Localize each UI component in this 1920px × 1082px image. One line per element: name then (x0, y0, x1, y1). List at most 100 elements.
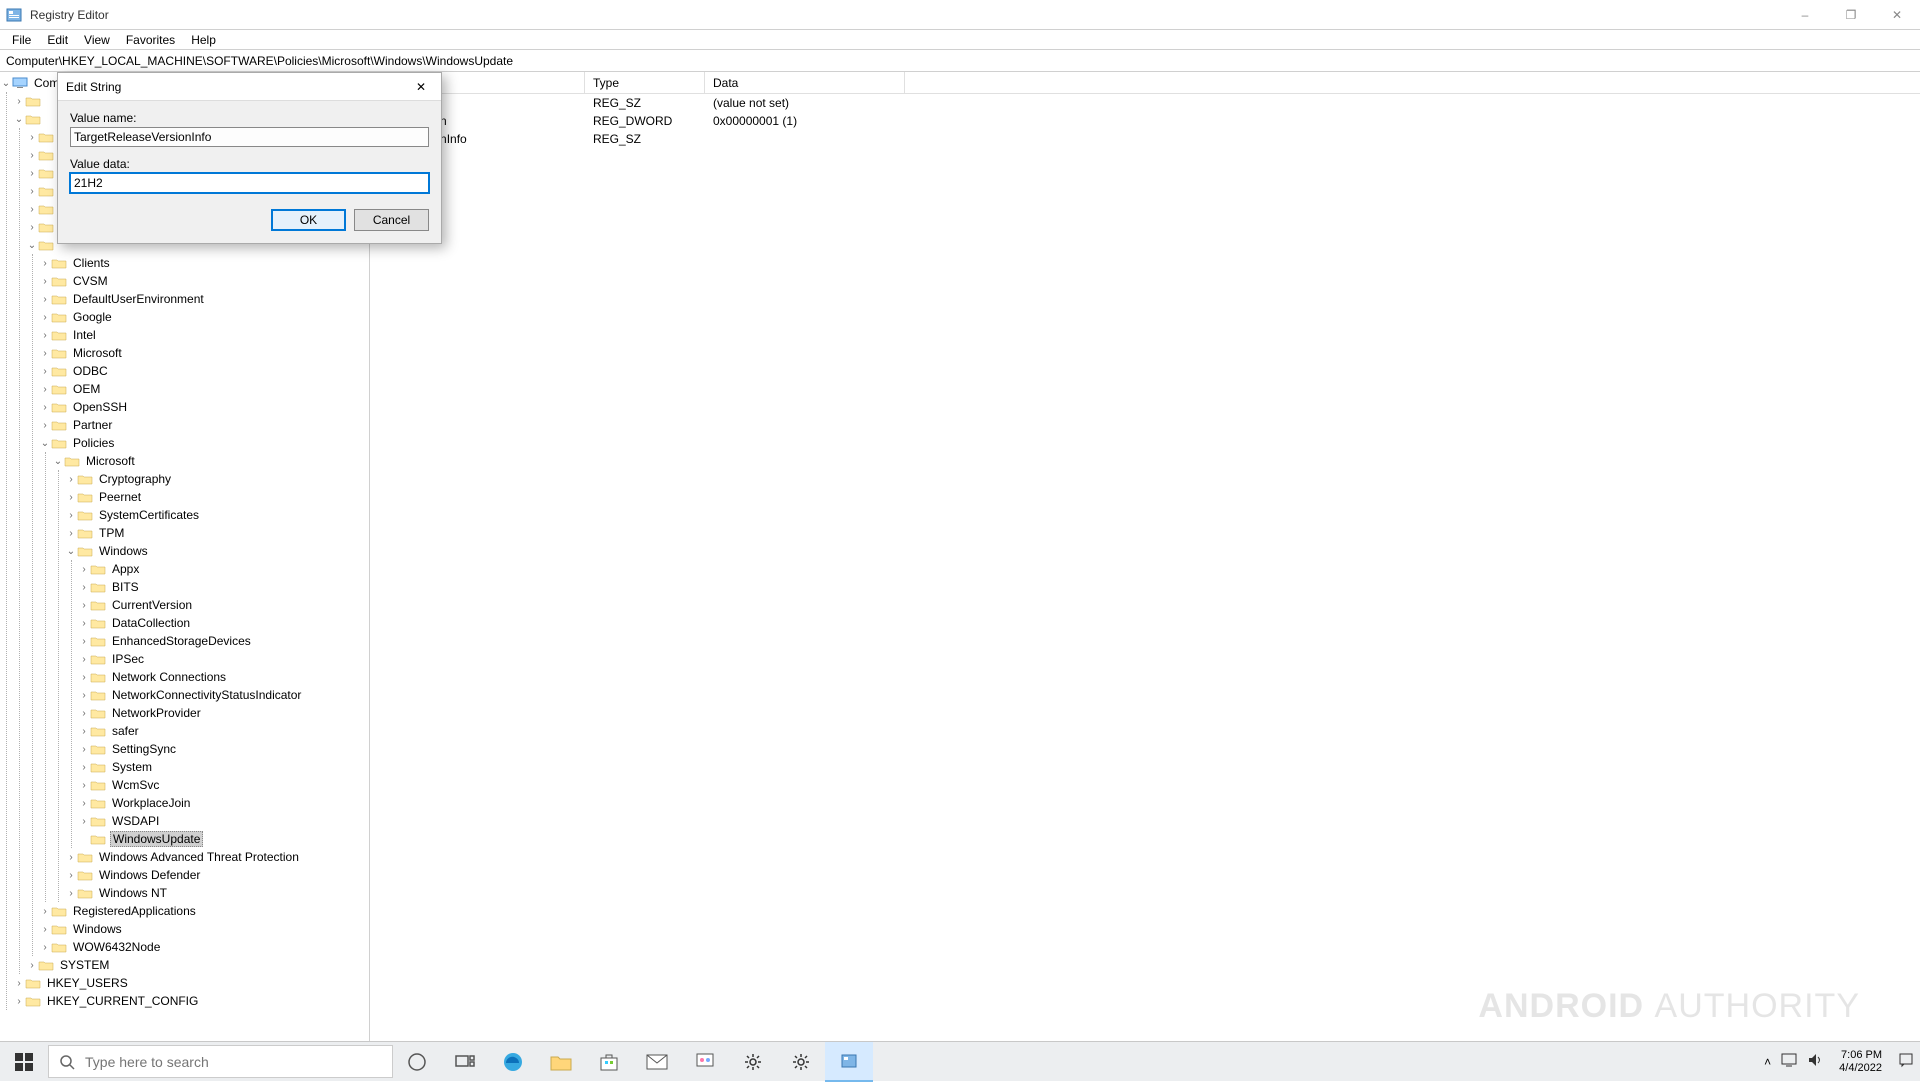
tree-item[interactable]: ⌄Microsoft (52, 452, 369, 470)
chevron-icon[interactable]: › (39, 924, 51, 935)
tree-item[interactable]: ›Windows (39, 920, 369, 938)
chevron-icon[interactable]: › (78, 618, 90, 629)
tree-item[interactable]: ›SYSTEM (26, 956, 369, 974)
tree-item[interactable]: ›ODBC (39, 362, 369, 380)
cortana-icon[interactable] (393, 1042, 441, 1082)
tree-item[interactable]: ›EnhancedStorageDevices (78, 632, 369, 650)
tree-item[interactable]: ›WSDAPI (78, 812, 369, 830)
chevron-icon[interactable]: › (78, 798, 90, 809)
start-button[interactable] (0, 1042, 48, 1081)
cancel-button[interactable]: Cancel (354, 209, 429, 231)
ok-button[interactable]: OK (271, 209, 346, 231)
chevron-icon[interactable]: › (78, 582, 90, 593)
tree-item[interactable]: ›Appx (78, 560, 369, 578)
tree-item[interactable]: ›SystemCertificates (65, 506, 369, 524)
maximize-button[interactable]: ❐ (1828, 0, 1874, 30)
chevron-icon[interactable]: › (39, 330, 51, 341)
chevron-icon[interactable]: › (78, 780, 90, 791)
tree-item[interactable]: ›HKEY_USERS (13, 974, 369, 992)
tree-item[interactable]: ›DataCollection (78, 614, 369, 632)
tree-item[interactable]: ›DefaultUserEnvironment (39, 290, 369, 308)
tree-item[interactable]: ›Cryptography (65, 470, 369, 488)
task-view-icon[interactable] (441, 1042, 489, 1082)
tree-item[interactable]: ›Partner (39, 416, 369, 434)
tree-item[interactable]: ›Network Connections (78, 668, 369, 686)
chevron-icon[interactable]: › (39, 312, 51, 323)
list-row[interactable]: leaseVersionREG_DWORD0x00000001 (1) (370, 112, 1920, 130)
tree-item[interactable]: ›Microsoft (39, 344, 369, 362)
value-data-input[interactable] (70, 173, 429, 193)
chevron-icon[interactable]: › (78, 600, 90, 611)
chevron-icon[interactable]: › (65, 474, 77, 485)
list-pane[interactable]: Name Type Data REG_SZ(value not set)leas… (370, 72, 1920, 1041)
chevron-icon[interactable]: › (39, 366, 51, 377)
chevron-icon[interactable]: › (78, 726, 90, 737)
menu-help[interactable]: Help (183, 33, 224, 47)
chevron-icon[interactable]: › (39, 294, 51, 305)
chevron-icon[interactable]: › (39, 420, 51, 431)
tree-item[interactable]: ›OpenSSH (39, 398, 369, 416)
tree-item[interactable]: ›WorkplaceJoin (78, 794, 369, 812)
tree-item[interactable]: ›IPSec (78, 650, 369, 668)
tree-item[interactable]: ›CurrentVersion (78, 596, 369, 614)
regedit-task-icon[interactable] (825, 1042, 873, 1082)
volume-icon[interactable] (1807, 1053, 1823, 1070)
chevron-icon[interactable]: › (65, 870, 77, 881)
tree-item[interactable]: ›WOW6432Node (39, 938, 369, 956)
settings-icon[interactable] (729, 1042, 777, 1082)
tree-item[interactable]: ›HKEY_CURRENT_CONFIG (13, 992, 369, 1010)
tree-item[interactable]: ›Windows NT (65, 884, 369, 902)
chevron-icon[interactable]: › (65, 510, 77, 521)
chevron-icon[interactable]: › (65, 528, 77, 539)
chevron-icon[interactable]: › (78, 654, 90, 665)
tree-item[interactable]: ›SettingSync (78, 740, 369, 758)
minimize-button[interactable]: – (1782, 0, 1828, 30)
paint-icon[interactable] (681, 1042, 729, 1082)
tree-item[interactable]: ›NetworkProvider (78, 704, 369, 722)
tree-item[interactable]: ⌄Windows (65, 542, 369, 560)
chevron-icon[interactable]: › (39, 258, 51, 269)
menu-edit[interactable]: Edit (39, 33, 76, 47)
chevron-icon[interactable]: › (65, 852, 77, 863)
tree-item[interactable]: ›Clients (39, 254, 369, 272)
tree-item[interactable]: ›Intel (39, 326, 369, 344)
tree-item[interactable]: ›System (78, 758, 369, 776)
explorer-icon[interactable] (537, 1042, 585, 1082)
chevron-icon[interactable]: › (39, 276, 51, 287)
chevron-icon[interactable]: › (78, 672, 90, 683)
chevron-icon[interactable]: ⌄ (65, 546, 77, 557)
taskbar-search-input[interactable] (85, 1054, 392, 1070)
tree-item[interactable]: ›OEM (39, 380, 369, 398)
tree-item[interactable]: ›Google (39, 308, 369, 326)
chevron-icon[interactable]: › (78, 636, 90, 647)
value-name-input[interactable] (70, 127, 429, 147)
chevron-icon[interactable]: › (78, 744, 90, 755)
chevron-icon[interactable]: › (65, 888, 77, 899)
tree-item[interactable]: ›NetworkConnectivityStatusIndicator (78, 686, 369, 704)
chevron-icon[interactable]: › (39, 942, 51, 953)
settings2-icon[interactable] (777, 1042, 825, 1082)
address-bar[interactable]: Computer\HKEY_LOCAL_MACHINE\SOFTWARE\Pol… (0, 50, 1920, 72)
menu-favorites[interactable]: Favorites (118, 33, 183, 47)
tree-item[interactable]: ⌄Policies (39, 434, 369, 452)
tree-item[interactable]: ›Windows Advanced Threat Protection (65, 848, 369, 866)
menu-file[interactable]: File (4, 33, 39, 47)
chevron-icon[interactable]: › (39, 348, 51, 359)
store-icon[interactable] (585, 1042, 633, 1082)
chevron-icon[interactable]: › (78, 816, 90, 827)
edge-icon[interactable] (489, 1042, 537, 1082)
menu-view[interactable]: View (76, 33, 118, 47)
mail-icon[interactable] (633, 1042, 681, 1082)
chevron-icon[interactable]: ⌄ (39, 438, 51, 449)
tree-item[interactable]: ›Peernet (65, 488, 369, 506)
chevron-icon[interactable]: ⌄ (52, 456, 64, 467)
tree-item[interactable]: ›BITS (78, 578, 369, 596)
chevron-icon[interactable]: › (78, 708, 90, 719)
chevron-icon[interactable]: › (39, 384, 51, 395)
tree-item[interactable]: ›Windows Defender (65, 866, 369, 884)
col-header-type[interactable]: Type (585, 72, 705, 93)
expand-icon[interactable]: ⌄ (0, 78, 12, 89)
chevron-icon[interactable]: › (39, 906, 51, 917)
network-icon[interactable] (1781, 1053, 1797, 1070)
col-header-data[interactable]: Data (705, 72, 905, 93)
